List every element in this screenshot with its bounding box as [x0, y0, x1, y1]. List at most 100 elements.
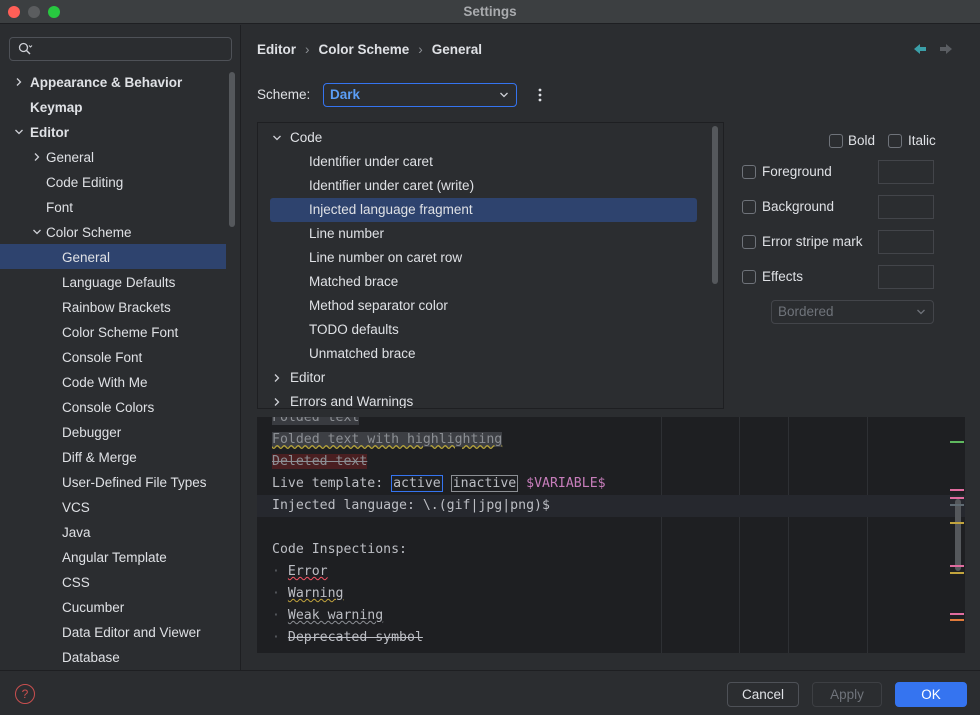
attributes-tree[interactable]: Code Identifier under caret Identifier und… — [257, 122, 724, 409]
window-title: Settings — [463, 4, 517, 19]
ok-button[interactable]: OK — [895, 682, 967, 707]
deprecated-sample: Deprecated symbol — [287, 630, 423, 645]
attribute-item[interactable]: Unmatched brace — [258, 342, 718, 366]
sidebar-item[interactable]: Debugger — [0, 420, 226, 445]
attribute-item-label: Line number on caret row — [309, 250, 463, 265]
sidebar-item[interactable]: Color Scheme — [0, 220, 226, 245]
cancel-button[interactable]: Cancel — [727, 682, 799, 707]
sidebar-item-label: VCS — [62, 500, 90, 515]
scheme-value: Dark — [330, 87, 361, 102]
attribute-item[interactable]: Line number on caret row — [258, 246, 718, 270]
sidebar-item-label: Java — [62, 525, 91, 540]
attribute-item[interactable]: Identifier under caret (write) — [258, 174, 718, 198]
effects-checkbox[interactable] — [742, 270, 756, 284]
sidebar-item[interactable]: Code Editing — [0, 170, 226, 195]
attribute-item[interactable]: Line number — [258, 222, 718, 246]
sidebar-item-label: Code Editing — [46, 175, 124, 190]
error-stripe-checkbox[interactable] — [742, 235, 756, 249]
attribute-item[interactable]: Errors and Warnings — [258, 390, 718, 408]
color-scheme-preview[interactable]: Folded text Folded text with highlightin… — [257, 417, 965, 653]
sidebar-item[interactable]: Editor — [0, 120, 226, 145]
effects-type-value: Bordered — [778, 304, 834, 319]
sidebar-item-label: Diff & Merge — [62, 450, 137, 465]
attribute-item[interactable]: TODO defaults — [258, 318, 718, 342]
foreground-color-swatch[interactable] — [878, 160, 934, 184]
chevron-down-icon[interactable] — [14, 127, 24, 137]
sidebar-item-label: Language Defaults — [62, 275, 176, 290]
sidebar-item[interactable]: Keymap — [0, 95, 226, 120]
sidebar-item[interactable]: Cucumber — [0, 595, 226, 620]
error-sample: Error — [287, 564, 328, 579]
sidebar-item-label: Database — [62, 650, 120, 665]
sidebar-item-label: Rainbow Brackets — [62, 300, 171, 315]
indent-guide — [739, 417, 740, 653]
sidebar-item-label: Color Scheme Font — [62, 325, 179, 340]
attribute-item-label: Code — [290, 130, 323, 145]
scheme-dropdown[interactable]: Dark — [323, 83, 517, 107]
chevron-right-icon[interactable] — [32, 152, 42, 162]
attribute-item-label: TODO defaults — [309, 322, 399, 337]
effects-color-swatch[interactable] — [878, 265, 934, 289]
chevron-right-icon[interactable] — [272, 373, 282, 383]
live-template-variable: $VARIABLE$ — [526, 476, 606, 491]
preview-scrollbar[interactable] — [955, 499, 961, 571]
sidebar-item[interactable]: CSS — [0, 570, 226, 595]
background-checkbox[interactable] — [742, 200, 756, 214]
attribute-item[interactable]: Injected language fragment — [258, 198, 718, 222]
background-color-swatch[interactable] — [878, 195, 934, 219]
attribute-item[interactable]: Identifier under caret — [258, 150, 718, 174]
foreground-checkbox[interactable] — [742, 165, 756, 179]
attribute-item[interactable]: Code — [258, 126, 718, 150]
chevron-down-icon[interactable] — [272, 133, 282, 143]
more-options-icon[interactable] — [532, 86, 548, 104]
chevron-right-icon[interactable] — [14, 77, 24, 87]
bold-label: Bold — [848, 133, 876, 148]
sidebar-item[interactable]: Java — [0, 520, 226, 545]
bold-checkbox[interactable] — [829, 134, 843, 148]
sidebar-scrollbar[interactable] — [229, 72, 235, 227]
help-button[interactable]: ? — [15, 684, 35, 704]
breadcrumb-general: General — [431, 42, 483, 57]
sidebar-item[interactable]: Database — [0, 645, 226, 670]
foreground-label: Foreground — [762, 164, 832, 179]
italic-checkbox[interactable] — [888, 134, 902, 148]
error-stripe-color-swatch[interactable] — [878, 230, 934, 254]
sidebar-item-label: Keymap — [30, 100, 83, 115]
sidebar-item[interactable]: Appearance & Behavior — [0, 70, 226, 95]
sidebar-item-label: General — [46, 150, 95, 165]
breadcrumb-editor[interactable]: Editor — [257, 42, 296, 57]
attribute-item-label: Method separator color — [309, 298, 448, 313]
search-input[interactable] — [9, 37, 232, 61]
sidebar-item[interactable]: Data Editor and Viewer — [0, 620, 226, 645]
sidebar-item[interactable]: General — [0, 145, 226, 170]
sidebar-item[interactable]: Diff & Merge — [0, 445, 226, 470]
chevron-down-icon[interactable] — [32, 227, 42, 237]
sidebar-item[interactable]: VCS — [0, 495, 226, 520]
sidebar-item[interactable]: General — [0, 245, 226, 270]
chevron-right-icon[interactable] — [272, 397, 282, 407]
sidebar-item[interactable]: Color Scheme Font — [0, 320, 226, 345]
sidebar-item-label: Editor — [30, 125, 69, 140]
breadcrumb-color-scheme[interactable]: Color Scheme — [319, 42, 410, 57]
sidebar-item[interactable]: Console Colors — [0, 395, 226, 420]
sidebar-item[interactable]: Language Defaults — [0, 270, 226, 295]
apply-button[interactable]: Apply — [812, 682, 882, 707]
sidebar-item[interactable]: Rainbow Brackets — [0, 295, 226, 320]
back-arrow-icon[interactable] — [912, 42, 928, 56]
attributes-scrollbar[interactable] — [712, 126, 718, 284]
stripe-marker — [950, 565, 964, 567]
forward-arrow-icon[interactable] — [938, 42, 954, 56]
attribute-item[interactable]: Method separator color — [258, 294, 718, 318]
sidebar-item[interactable]: Font — [0, 195, 226, 220]
effects-type-dropdown[interactable]: Bordered — [771, 300, 934, 324]
folded-text-highlighted: Folded text with highlighting — [272, 432, 503, 447]
sidebar-item[interactable]: Console Font — [0, 345, 226, 370]
chevron-down-icon — [500, 92, 508, 98]
attribute-item-label: Matched brace — [309, 274, 399, 289]
sidebar-item[interactable]: User-Defined File Types — [0, 470, 226, 495]
attribute-item[interactable]: Matched brace — [258, 270, 718, 294]
attribute-item[interactable]: Editor — [258, 366, 718, 390]
sidebar-item[interactable]: Angular Template — [0, 545, 226, 570]
sidebar-item[interactable]: Code With Me — [0, 370, 226, 395]
sidebar-item-label: Color Scheme — [46, 225, 132, 240]
